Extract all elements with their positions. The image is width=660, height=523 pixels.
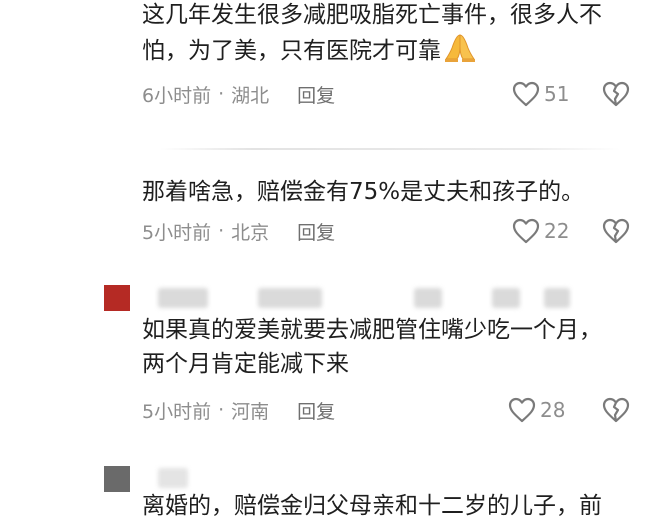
username-blurred — [158, 468, 188, 488]
broken-heart-icon — [602, 218, 630, 244]
comment-text: 这几年发生很多减肥吸脂死亡事件，很多人不 怕，为了美，只有医院才可靠 — [142, 0, 634, 72]
avatar[interactable] — [104, 285, 130, 311]
dislike-button[interactable] — [601, 395, 631, 425]
meta-separator: · — [218, 83, 225, 105]
heart-outline-icon — [512, 81, 540, 107]
comment-time: 5小时前 — [142, 400, 212, 423]
reply-button[interactable]: 回复 — [297, 218, 335, 245]
like-count: 22 — [544, 219, 570, 243]
username-blurred — [544, 288, 570, 308]
like-count: 28 — [540, 398, 566, 422]
heart-outline-icon — [512, 218, 540, 244]
dislike-button[interactable] — [601, 216, 631, 246]
comment-meta: 6小时前 · 湖北 回复 — [142, 79, 335, 109]
divider — [160, 148, 620, 150]
comment-time: 6小时前 — [142, 84, 212, 107]
meta-separator: · — [218, 399, 225, 421]
comment-location: 河南 — [231, 400, 270, 423]
comment-location: 北京 — [231, 221, 270, 244]
like-count: 51 — [544, 82, 570, 106]
meta-separator: · — [218, 220, 225, 242]
like-button[interactable]: 28 — [508, 395, 565, 425]
username-blurred — [414, 288, 442, 308]
reply-button[interactable]: 回复 — [297, 397, 335, 424]
reply-button[interactable]: 回复 — [297, 81, 335, 108]
pray-icon — [443, 32, 477, 72]
broken-heart-icon — [602, 81, 630, 107]
username-blurred — [258, 288, 322, 308]
comment-text: 如果真的爱美就要去减肥管住嘴少吃一个月， 两个月肯定能减下来 — [142, 317, 602, 377]
comment-location: 湖北 — [231, 84, 270, 107]
comment-meta: 5小时前 · 河南 回复 — [142, 395, 335, 425]
heart-outline-icon — [508, 397, 536, 423]
username-blurred — [158, 288, 208, 308]
broken-heart-icon — [602, 397, 630, 423]
avatar[interactable] — [104, 466, 130, 492]
comment-text: 那着啥急，赔偿金有75%是丈夫和孩子的。 — [142, 179, 585, 205]
username-blurred — [492, 288, 520, 308]
like-button[interactable]: 51 — [512, 79, 569, 109]
comment-time: 5小时前 — [142, 221, 212, 244]
comment-text: 离婚的，赔偿金归父母亲和十二岁的儿子，前 — [142, 493, 602, 519]
like-button[interactable]: 22 — [512, 216, 569, 246]
dislike-button[interactable] — [601, 79, 631, 109]
comment-meta: 5小时前 · 北京 回复 — [142, 216, 335, 246]
